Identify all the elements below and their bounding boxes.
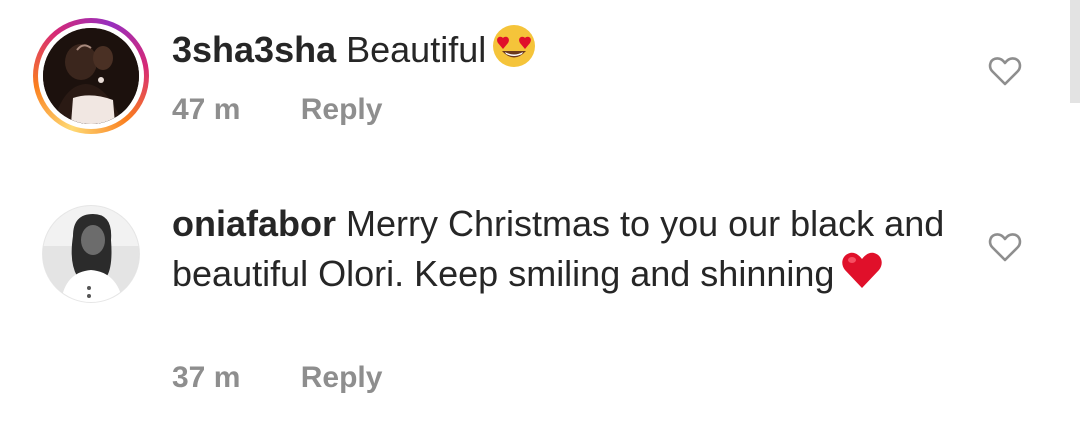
like-heart-icon[interactable]	[988, 55, 1022, 87]
comment-username[interactable]: 3sha3sha	[172, 29, 336, 70]
comment-meta: 37 m Reply	[172, 361, 382, 395]
comment-body: oniafabor Merry Christmas to you our bla…	[172, 200, 950, 298]
avatar[interactable]	[42, 205, 140, 303]
red-heart-emoji-icon	[842, 252, 883, 288]
comments-screen: 3sha3sha Beautiful 47 m Reply oniafabor …	[0, 0, 1080, 427]
scrollbar[interactable]	[1070, 0, 1080, 103]
reply-button[interactable]: Reply	[301, 361, 383, 394]
reply-button[interactable]: Reply	[301, 93, 383, 126]
comment-text: Beautiful	[346, 29, 487, 70]
comment-item: oniafabor Merry Christmas to you our bla…	[0, 195, 1070, 425]
avatar[interactable]	[33, 18, 149, 134]
comment-time: 37 m	[172, 361, 241, 394]
comment-meta: 47 m Reply	[172, 93, 382, 127]
comment-body: 3sha3sha Beautiful	[172, 24, 950, 74]
avatar-image	[43, 206, 139, 302]
comment-time: 47 m	[172, 93, 241, 126]
comment-item: 3sha3sha Beautiful 47 m Reply	[0, 0, 1070, 175]
like-heart-icon[interactable]	[988, 231, 1022, 263]
avatar-photo	[43, 28, 139, 124]
heart-eyes-emoji-icon	[493, 25, 536, 67]
avatar-image	[43, 28, 139, 124]
comment-username[interactable]: oniafabor	[172, 203, 336, 244]
